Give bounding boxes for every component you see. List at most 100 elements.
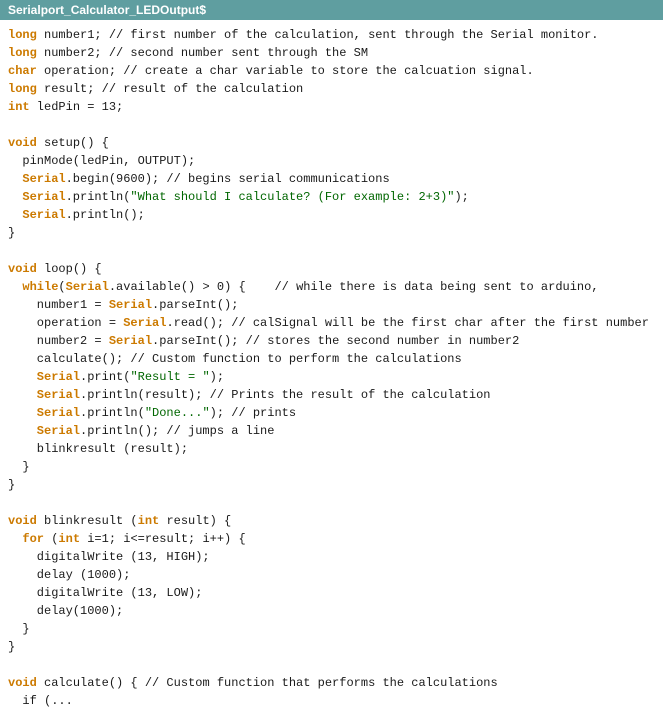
code-line: number2 = Serial.parseInt(); // stores t… [8,332,655,350]
code-token-kw: int [138,514,160,528]
code-token-normal: ledPin = 13; [30,100,124,114]
code-token-normal: blinkresult ( [37,514,138,528]
code-token-kw: int [8,100,30,114]
code-token-kw: char [8,64,37,78]
code-token-normal: operation; // create a char variable to … [37,64,534,78]
code-line: } [8,620,655,638]
code-line: char operation; // create a char variabl… [8,62,655,80]
code-token-normal: result) { [159,514,231,528]
code-token-normal: ); [454,190,468,204]
code-line: } [8,476,655,494]
code-token-kw: while [8,280,58,294]
code-token-obj: Serial [109,334,152,348]
code-line: Serial.println(); [8,206,655,224]
code-token-normal: calculate() { // Custom function that pe… [37,676,498,690]
code-line [8,116,655,134]
code-line: number1 = Serial.parseInt(); [8,296,655,314]
code-line: pinMode(ledPin, OUTPUT); [8,152,655,170]
code-token-obj: Serial [8,406,80,420]
code-token-normal: delay (1000); [8,568,130,582]
code-token-normal: } [8,640,15,654]
code-line: int ledPin = 13; [8,98,655,116]
code-token-normal: operation = [8,316,123,330]
code-line: while(Serial.available() > 0) { // while… [8,278,655,296]
code-line: Serial.print("Result = "); [8,368,655,386]
code-token-obj: Serial [8,172,66,186]
code-token-kw: void [8,136,37,150]
title-bar: Serialport_Calculator_LEDOutput$ [0,0,663,20]
code-token-normal: .println(); [66,208,145,222]
code-token-normal: loop() { [37,262,102,276]
code-token-normal: calculate(); // Custom function to perfo… [8,352,462,366]
code-token-normal: setup() { [37,136,109,150]
code-token-normal: pinMode(ledPin, OUTPUT); [8,154,195,168]
code-token-kw: void [8,676,37,690]
code-line: } [8,638,655,656]
code-token-kw: void [8,514,37,528]
code-token-kw: long [8,28,37,42]
code-token-kw: void [8,262,37,276]
tab-label: Serialport_Calculator_LEDOutput$ [0,0,663,20]
code-token-normal: number2 = [8,334,109,348]
code-line [8,242,655,260]
code-line: blinkresult (result); [8,440,655,458]
code-line: void setup() { [8,134,655,152]
code-line: Serial.println("What should I calculate?… [8,188,655,206]
code-token-normal: .available() > 0) { // while there is da… [109,280,599,294]
code-token-normal: .println( [80,406,145,420]
code-token-normal: ( [44,532,58,546]
code-token-normal: if (... [8,694,73,708]
code-token-normal: digitalWrite (13, HIGH); [8,550,210,564]
code-token-obj: Serial [109,298,152,312]
code-token-normal: } [8,460,30,474]
code-token-kw: int [58,532,80,546]
code-line: if (... [8,692,655,710]
code-token-kw: long [8,46,37,60]
code-line: Serial.begin(9600); // begins serial com… [8,170,655,188]
code-token-obj: Serial [8,370,80,384]
code-token-normal: } [8,622,30,636]
code-token-normal: .parseInt(); // stores the second number… [152,334,519,348]
code-line: digitalWrite (13, LOW); [8,584,655,602]
code-token-normal: ( [58,280,65,294]
code-token-normal: .println(result); // Prints the result o… [80,388,490,402]
code-token-str: "Result = " [130,370,209,384]
code-token-normal: .println( [66,190,131,204]
code-token-normal: ); [210,370,224,384]
code-line: calculate(); // Custom function to perfo… [8,350,655,368]
code-token-normal: .begin(9600); // begins serial communica… [66,172,390,186]
code-token-normal: } [8,478,15,492]
code-line: void calculate() { // Custom function th… [8,674,655,692]
code-token-kw: for [8,532,44,546]
code-token-obj: Serial [66,280,109,294]
code-token-normal: number1; // first number of the calculat… [37,28,599,42]
code-token-obj: Serial [123,316,166,330]
code-token-normal: number2; // second number sent through t… [37,46,368,60]
code-line: } [8,458,655,476]
code-line [8,656,655,674]
code-line: long result; // result of the calculatio… [8,80,655,98]
code-token-normal: .print( [80,370,130,384]
code-line: Serial.println(); // jumps a line [8,422,655,440]
code-token-obj: Serial [8,388,80,402]
code-line: Serial.println("Done..."); // prints [8,404,655,422]
code-token-normal: } [8,226,15,240]
code-token-normal: ); // prints [210,406,296,420]
code-line: void blinkresult (int result) { [8,512,655,530]
code-line: digitalWrite (13, HIGH); [8,548,655,566]
code-token-kw: long [8,82,37,96]
code-line: for (int i=1; i<=result; i++) { [8,530,655,548]
code-line: } [8,224,655,242]
code-line: delay (1000); [8,566,655,584]
code-token-normal: blinkresult (result); [8,442,188,456]
code-line: delay(1000); [8,602,655,620]
code-line [8,494,655,512]
code-editor[interactable]: long number1; // first number of the cal… [0,20,663,716]
code-token-normal: i=1; i<=result; i++) { [80,532,246,546]
code-token-normal: .read(); // calSignal will be the first … [166,316,648,330]
code-line: long number1; // first number of the cal… [8,26,655,44]
code-token-normal: result; // result of the calculation [37,82,303,96]
code-token-normal: .parseInt(); [152,298,238,312]
code-token-str: "What should I calculate? (For example: … [130,190,454,204]
code-line: Serial.println(result); // Prints the re… [8,386,655,404]
